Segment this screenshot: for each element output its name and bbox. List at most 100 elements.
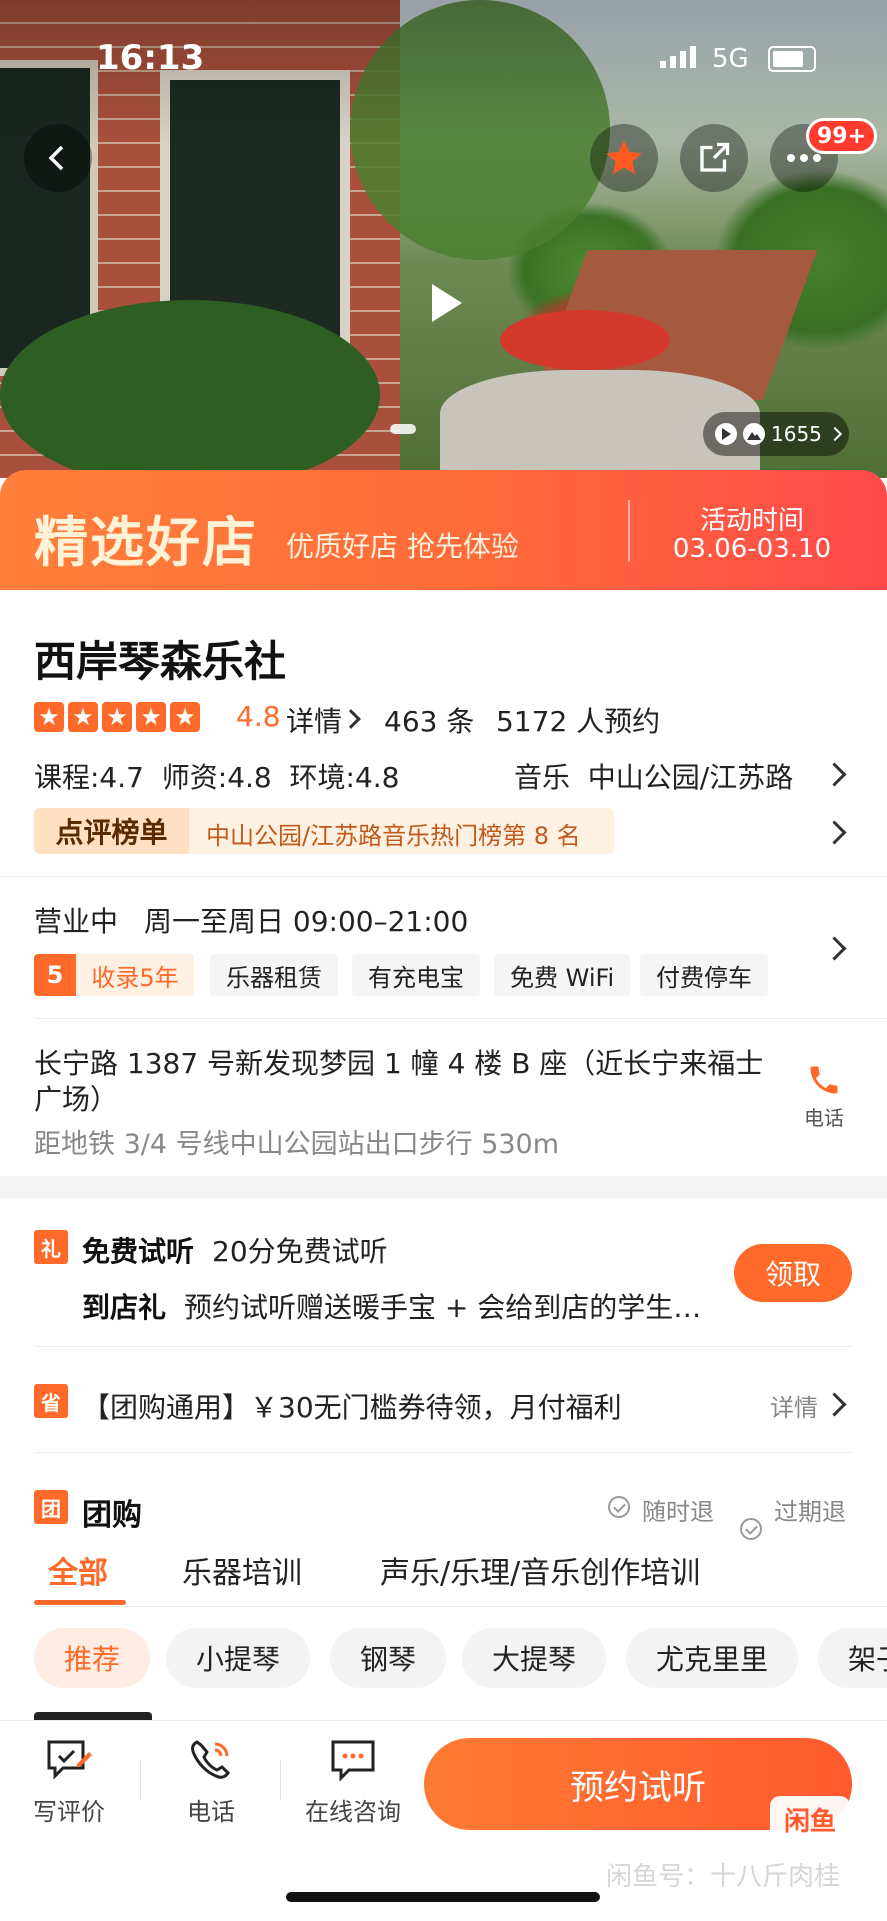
back-button[interactable]	[24, 124, 92, 192]
divider	[34, 1606, 887, 1607]
tab-vocal-theory[interactable]: 声乐/乐理/音乐创作培训	[380, 1548, 700, 1592]
star-icon	[606, 140, 642, 175]
photo-count: 1655	[771, 422, 822, 446]
media-count-pill[interactable]: 1655	[703, 412, 849, 456]
photo-icon	[743, 423, 765, 445]
banner-subtitle: 优质好店 抢先体验	[286, 530, 519, 563]
filter-violin[interactable]: 小提琴	[166, 1628, 311, 1688]
carousel-indicator	[390, 424, 416, 434]
deal-thumbnail	[34, 1712, 152, 1720]
shop-name: 西岸琴森乐社	[34, 637, 287, 686]
filter-drums[interactable]: 架子鼓	[818, 1628, 887, 1688]
review-count[interactable]: 463 条	[384, 700, 474, 740]
banner-title: 精选好店	[34, 511, 258, 574]
years-listed-text: 收录5年	[76, 954, 194, 996]
sub-scores: 课程:4.7 师资:4.8 环境:4.8	[34, 761, 400, 794]
tab-all[interactable]: 全部	[48, 1548, 108, 1592]
play-icon[interactable]	[428, 282, 464, 324]
star-icon: ★	[68, 702, 98, 732]
chevron-right-icon	[822, 820, 847, 845]
chevron-right-icon	[822, 1392, 847, 1417]
store-gift-text: 预约试听赠送暖手宝 + 会给到店的学生…	[184, 1291, 702, 1324]
write-review-icon	[45, 1738, 93, 1782]
video-icon	[715, 423, 737, 445]
ranking-label: 点评榜单	[34, 808, 189, 854]
section-gap	[0, 1176, 887, 1198]
claim-button[interactable]: 领取	[734, 1244, 852, 1302]
coupon-text[interactable]: 【团购通用】￥30无门槛券待领，月付福利	[82, 1386, 622, 1426]
notification-badge: 99+	[806, 118, 878, 154]
phone-label: 电话	[804, 1106, 844, 1130]
chat-icon	[329, 1738, 377, 1782]
phone-bottom-label: 电话	[187, 1798, 235, 1826]
star-icon: ★	[170, 702, 200, 732]
coupon-icon: 省	[34, 1384, 68, 1418]
address-line-1[interactable]: 长宁路 1387 号新发现梦园 1 幢 4 楼 B 座（近长宁来福士	[34, 1042, 763, 1082]
refund-expired: 过期退	[774, 1498, 846, 1526]
home-indicator[interactable]	[286, 1892, 600, 1902]
divider	[34, 1452, 852, 1453]
separator	[140, 1760, 141, 1800]
trial-title: 免费试听	[82, 1235, 195, 1268]
hours-status: 营业中	[34, 905, 119, 938]
more-icon	[787, 154, 821, 162]
chevron-right-icon	[822, 762, 847, 787]
check-circle-icon	[608, 1496, 630, 1518]
facility-chip: 有充电宝	[352, 954, 480, 996]
divider	[0, 876, 887, 877]
write-review-button[interactable]: 写评价	[14, 1738, 124, 1827]
metro-distance: 距地铁 3/4 号线中山公园站出口步行 530m	[34, 1129, 560, 1160]
status-time: 16:13	[96, 38, 205, 78]
divider	[34, 1346, 852, 1347]
phone-bottom-button[interactable]: 电话	[156, 1738, 266, 1827]
group-buy-icon: 团	[34, 1490, 68, 1524]
years-listed-number: 5	[34, 954, 76, 996]
ranking-text: 中山公园/江苏路音乐热门榜第 8 名	[206, 822, 581, 850]
watermark-logo: 闲鱼	[770, 1796, 850, 1842]
rating-stars: ★ ★ ★ ★ ★	[34, 702, 200, 732]
trial-text: 20分免费试听	[212, 1235, 388, 1268]
banner-divider	[628, 500, 630, 562]
filter-cello[interactable]: 大提琴	[462, 1628, 607, 1688]
rating-details-link[interactable]: 详情	[286, 700, 342, 740]
filter-piano[interactable]: 钢琴	[330, 1628, 447, 1688]
activity-label: 活动时间	[699, 506, 804, 536]
category-area[interactable]: 音乐 中山公园/江苏路	[514, 756, 793, 796]
separator	[280, 1760, 281, 1800]
star-icon: ★	[102, 702, 132, 732]
chevron-right-icon	[341, 709, 361, 729]
refund-anytime: 随时退	[642, 1498, 714, 1526]
activity-dates: 03.06-03.10	[672, 534, 832, 564]
chevron-right-icon	[822, 936, 847, 961]
address-line-2[interactable]: 广场）	[34, 1078, 118, 1118]
coupon-details-link[interactable]: 详情	[770, 1388, 818, 1423]
ranking-tag[interactable]: 点评榜单 中山公园/江苏路音乐热门榜第 8 名	[34, 808, 614, 854]
active-tab-indicator	[34, 1600, 126, 1605]
online-consult-button[interactable]: 在线咨询	[298, 1738, 408, 1827]
star-icon: ★	[136, 702, 166, 732]
favorite-button[interactable]	[590, 124, 658, 192]
online-consult-label: 在线咨询	[305, 1798, 401, 1826]
tab-instrument-training[interactable]: 乐器培训	[182, 1548, 302, 1592]
share-button[interactable]	[680, 124, 748, 192]
booking-count: 5172 人预约	[496, 705, 661, 738]
store-gift-title: 到店礼	[82, 1291, 167, 1324]
phone-icon	[187, 1738, 235, 1782]
facility-chip: 付费停车	[640, 954, 768, 996]
facility-chip: 乐器租赁	[210, 954, 338, 996]
network-type: 5G	[712, 44, 749, 74]
phone-button[interactable]: 电话	[796, 1062, 852, 1131]
hours-text[interactable]: 周一至周日 09:00–21:00	[144, 900, 468, 940]
gift-icon: 礼	[34, 1230, 68, 1264]
divider	[34, 1018, 887, 1019]
share-icon	[700, 142, 730, 172]
phone-icon	[810, 1066, 838, 1094]
details-label: 详情	[286, 705, 343, 738]
filter-recommended[interactable]: 推荐	[34, 1628, 151, 1688]
write-review-label: 写评价	[33, 1798, 105, 1826]
check-circle-icon	[740, 1518, 762, 1540]
rating-score: 4.8	[236, 700, 281, 733]
chevron-left-icon	[48, 145, 64, 171]
watermark-text: 闲鱼号：十八斤肉桂	[606, 1862, 841, 1892]
filter-ukulele[interactable]: 尤克里里	[626, 1628, 799, 1688]
